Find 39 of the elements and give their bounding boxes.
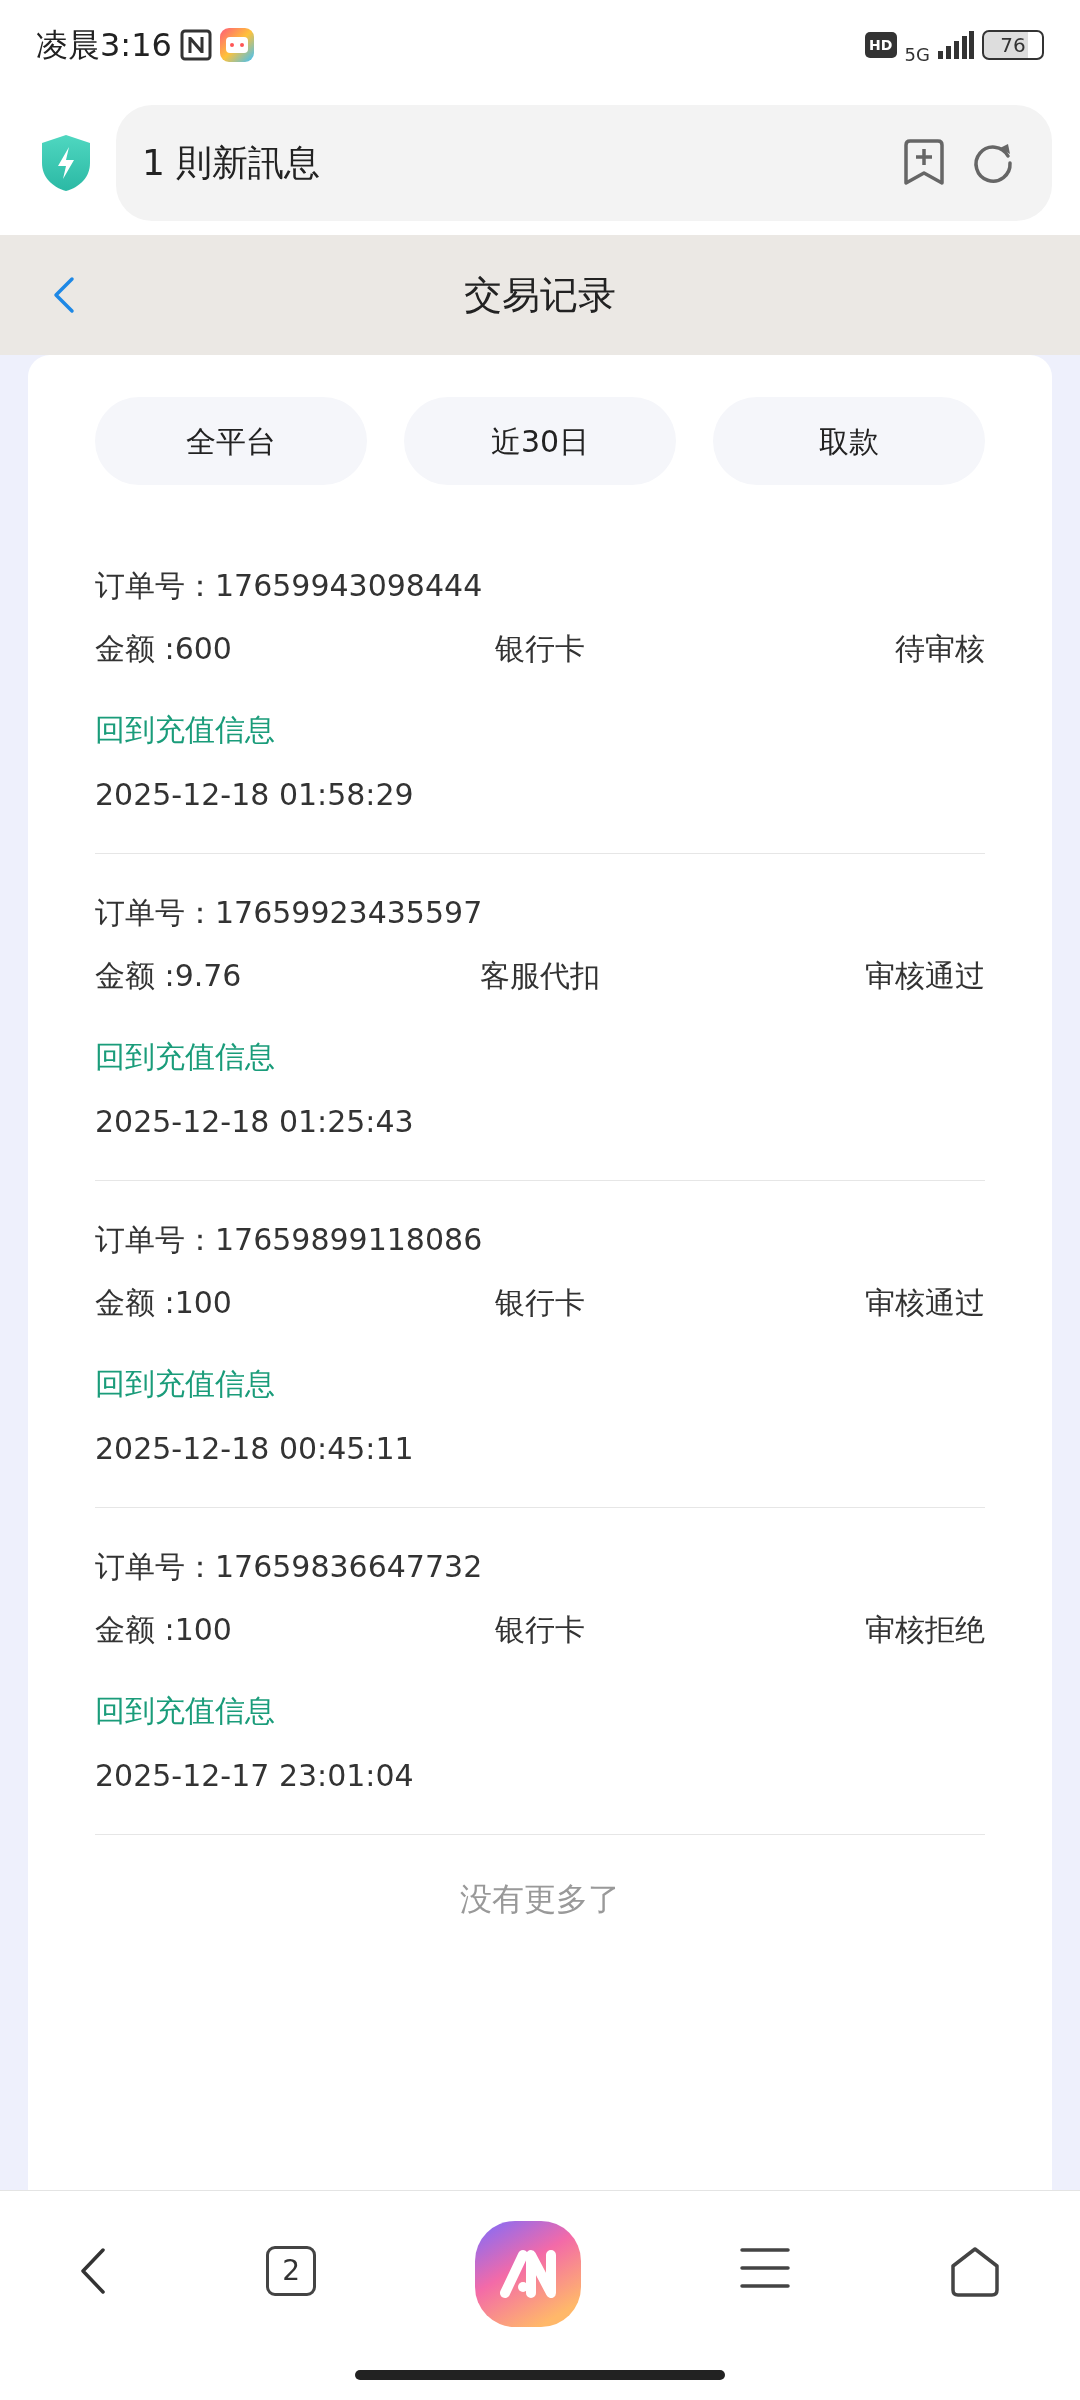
nfc-icon (179, 29, 212, 61)
status-text: 审核通过 (865, 957, 985, 995)
payment-method: 银行卡 (495, 1611, 585, 1649)
home-icon[interactable] (948, 2246, 1001, 2298)
amount-text: 金额 :100 (95, 1284, 232, 1322)
status-text: 待审核 (895, 630, 985, 668)
order-number: 订单号：17659943098444 (95, 567, 483, 605)
filter-button[interactable]: 取款 (713, 397, 985, 485)
order-number: 订单号：17659923435597 (95, 894, 483, 932)
assistant-app-icon[interactable] (475, 2221, 581, 2327)
back-icon[interactable] (79, 2246, 108, 2296)
menu-icon[interactable] (739, 2246, 790, 2290)
amount-text: 金额 :100 (95, 1611, 232, 1649)
network-label: 5G (904, 46, 930, 64)
filter-button[interactable]: 全平台 (95, 397, 367, 485)
record-time: 2025-12-18 01:25:43 (95, 1104, 414, 1139)
order-number: 订单号：17659836647732 (95, 1548, 483, 1586)
status-text: 审核拒绝 (865, 1611, 985, 1649)
end-of-list-text: 没有更多了 (460, 1880, 620, 1918)
game-icon (219, 28, 254, 62)
amount-text: 金额 :600 (95, 630, 232, 668)
signal-icon (938, 31, 974, 59)
payment-method: 银行卡 (495, 1284, 585, 1322)
clock-time: 凌晨3:16 (36, 25, 172, 66)
filter-button[interactable]: 近30日 (404, 397, 676, 485)
amount-text: 金额 :9.76 (95, 957, 242, 995)
status-text: 审核通过 (865, 1284, 985, 1322)
record-time: 2025-12-18 01:58:29 (95, 777, 414, 812)
order-number: 订单号：17659899118086 (95, 1221, 483, 1259)
tabs-button[interactable]: 2 (266, 2246, 317, 2296)
page-title: 交易记录 (464, 271, 616, 319)
hd-badge: HD (864, 32, 897, 58)
battery-indicator: 76 (982, 30, 1044, 60)
payment-method: 客服代扣 (480, 957, 600, 995)
payment-method: 银行卡 (495, 630, 585, 668)
record-time: 2025-12-18 00:45:11 (95, 1431, 414, 1466)
bookmark-add-icon[interactable] (902, 138, 946, 187)
address-bar[interactable]: 1 則新訊息 (116, 104, 1052, 221)
record-time: 2025-12-17 23:01:04 (95, 1758, 414, 1793)
